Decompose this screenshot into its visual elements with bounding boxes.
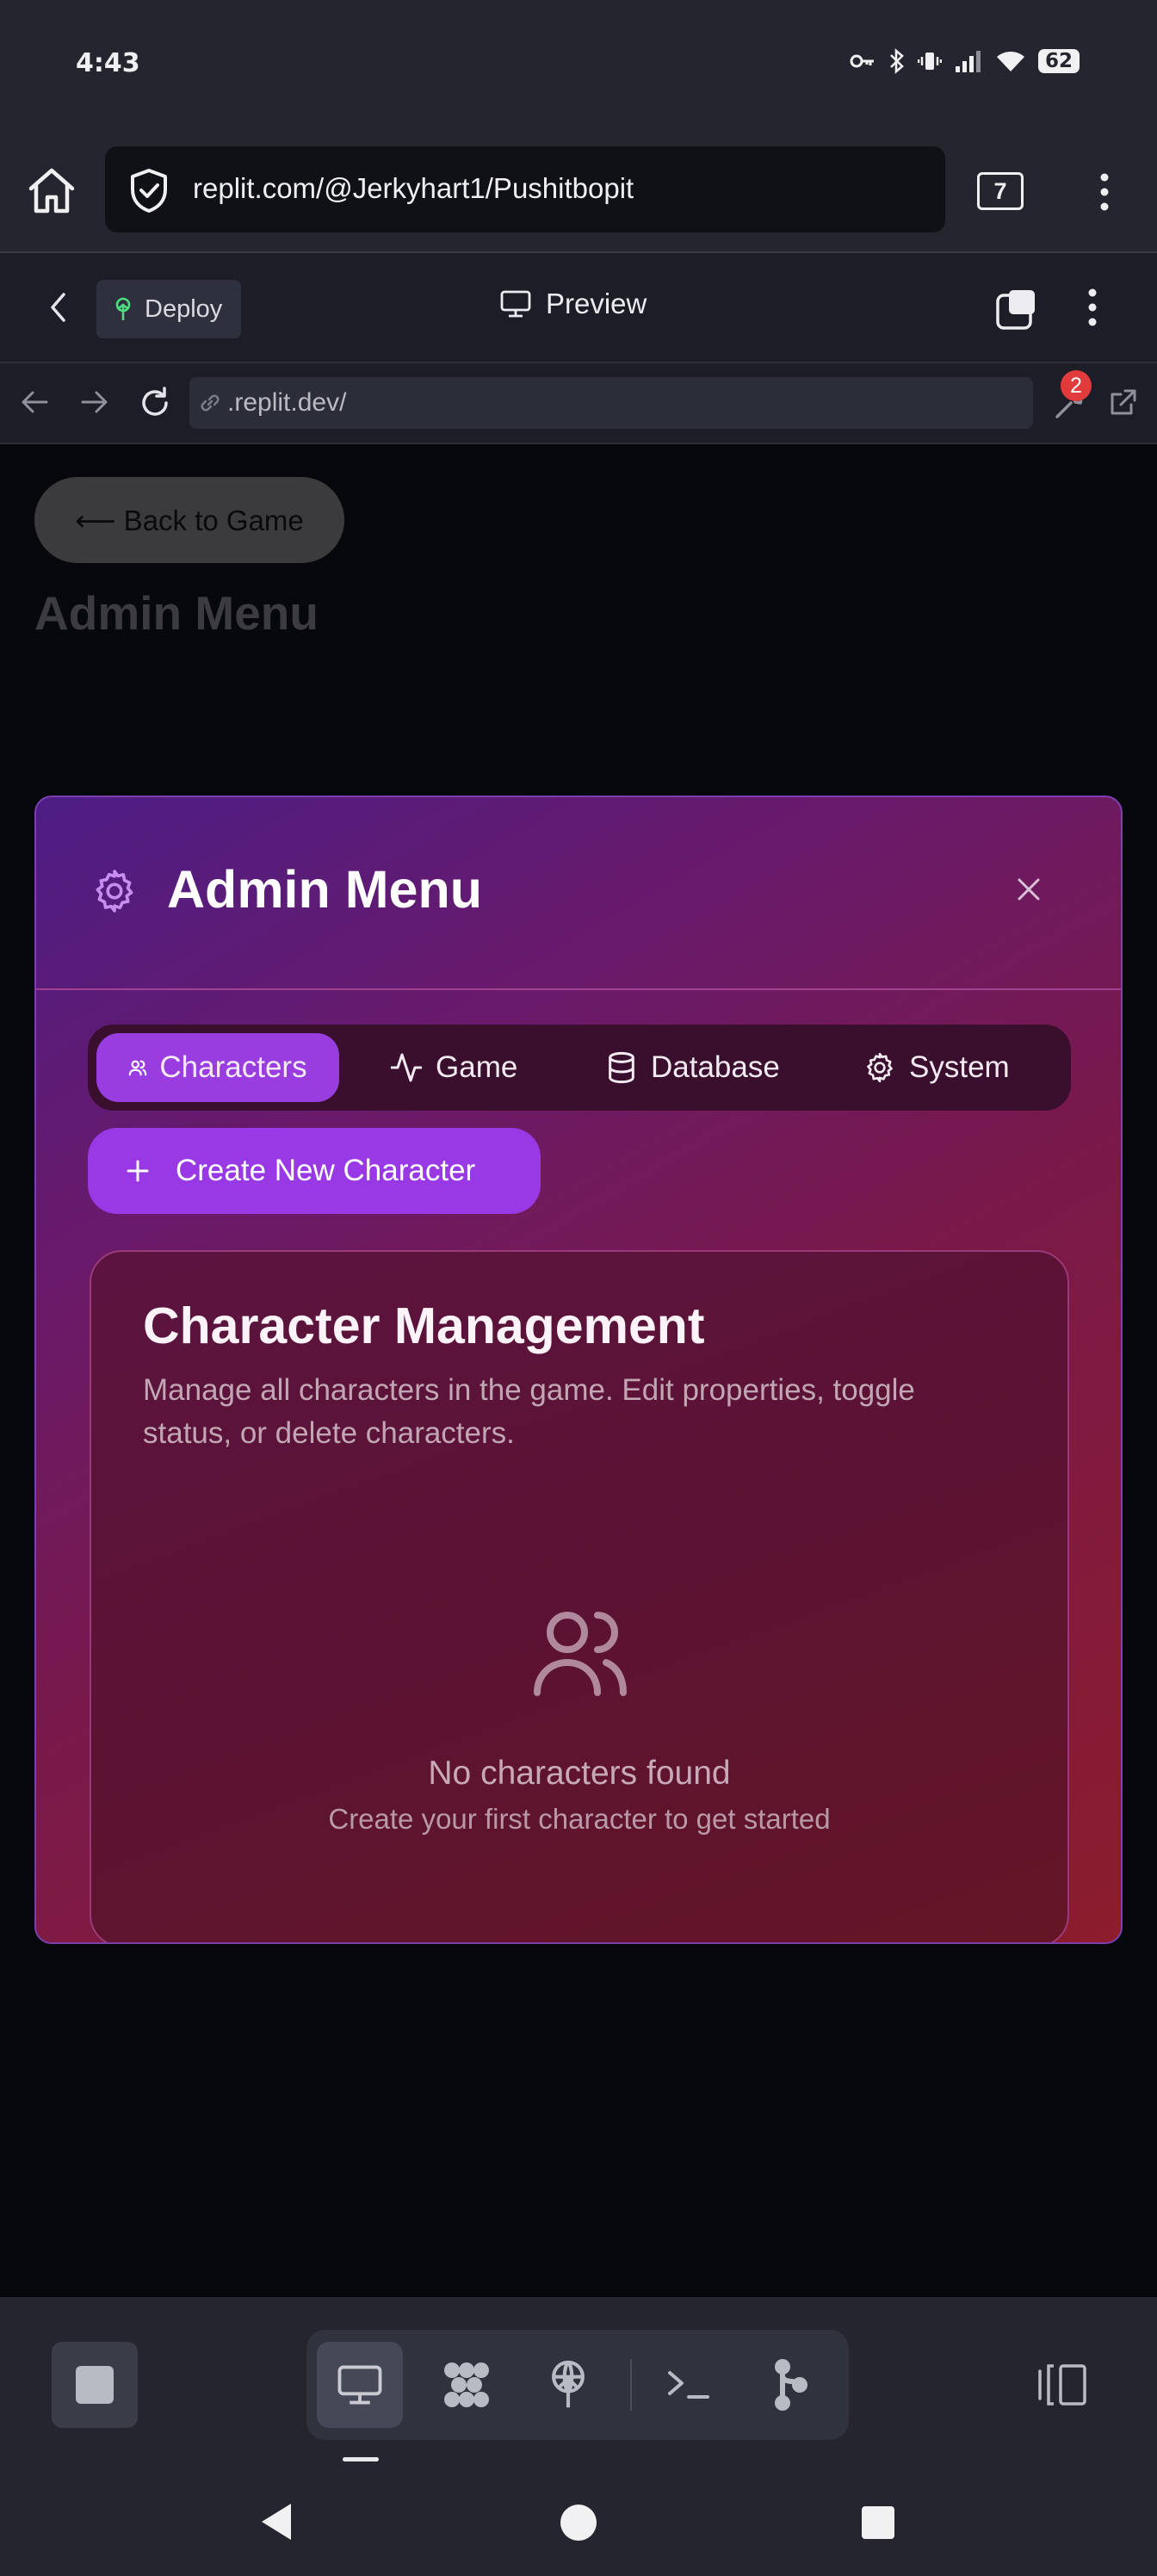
users-icon [128,1058,147,1077]
system-nav-bar [0,2469,1157,2576]
bluetooth-icon [888,48,906,74]
deploy-label: Deploy [145,294,223,323]
back-to-game-button[interactable]: ⟵ Back to Game [34,477,344,563]
replit-bottom-toolbar [0,2297,1157,2469]
preview-label: Preview [546,288,647,319]
empty-state-subtitle: Create your first character to get start… [328,1803,831,1835]
modal-header: Admin Menu [36,797,1121,990]
admin-tabs: Characters Game Database System [88,1025,1071,1111]
agent-tool-button[interactable] [424,2342,510,2428]
activity-icon [389,1050,424,1085]
shell-tool-button[interactable] [646,2342,732,2428]
create-button-label: Create New Character [176,1154,476,1187]
toolbar-divider [630,2359,632,2411]
stop-button[interactable] [52,2342,138,2428]
agent-icon [440,2360,493,2410]
character-management-card: Character Management Manage all characte… [90,1250,1069,1942]
database-icon [604,1050,639,1085]
shield-icon[interactable] [127,167,170,214]
webview-address-bar[interactable]: .replit.dev/ [189,377,1033,429]
webview-url-text[interactable]: .replit.dev/ [227,388,346,418]
git-tool-button[interactable] [747,2342,833,2428]
gear-icon [863,1050,897,1085]
recents-nav-icon[interactable] [861,2505,895,2540]
card-description: Manage all characters in the game. Edit … [143,1373,915,1450]
signal-icon [954,49,983,73]
replit-header: Deploy Preview [0,253,1157,363]
notification-badge: 2 [1061,370,1092,401]
url-text[interactable]: replit.com/@Jerkyhart1/Pushitbopit [193,172,634,205]
tab-label: System [909,1050,1010,1084]
battery-icon: 62 [1037,49,1080,73]
tab-database[interactable]: Database [604,1033,780,1102]
more-vert-icon[interactable] [1098,172,1111,212]
browser-toolbar: replit.com/@Jerkyhart1/Pushitbopit 7 [0,129,1157,253]
close-icon[interactable] [1016,876,1042,902]
external-link-icon[interactable] [1107,387,1138,418]
back-nav-icon[interactable] [260,2502,294,2542]
plus-icon [126,1159,150,1183]
tab-game[interactable]: Game [389,1033,517,1102]
refresh-icon[interactable] [138,386,172,420]
tab-switcher-button[interactable]: 7 [977,172,1024,210]
tabs-icon[interactable] [995,288,1038,331]
status-icons: 62 [849,48,1080,74]
home-icon[interactable] [26,165,77,215]
tool-switcher [306,2330,849,2440]
key-icon [849,51,876,71]
active-indicator [343,2457,379,2461]
status-time: 4:43 [76,48,140,78]
more-vert-icon[interactable] [1086,288,1098,327]
vibrate-icon [917,49,942,73]
gear-icon [90,866,139,916]
arrow-right-icon[interactable] [79,389,110,415]
deploy-icon [112,296,134,322]
modal-title: Admin Menu [167,860,482,919]
tab-system[interactable]: System [863,1033,1010,1102]
home-nav-icon[interactable] [560,2504,597,2542]
panel-toggle-icon[interactable] [1035,2362,1088,2407]
address-bar[interactable]: replit.com/@Jerkyhart1/Pushitbopit [105,146,945,232]
status-bar: 4:43 62 [0,0,1157,129]
webview-nav: .replit.dev/ 2 [0,363,1157,444]
wifi-icon [995,49,1026,73]
card-title: Character Management [143,1297,705,1354]
tab-label: Characters [159,1050,307,1084]
git-icon [770,2358,810,2412]
chevron-left-icon[interactable] [48,291,69,324]
monitor-icon [499,289,532,319]
terminal-icon [666,2368,711,2402]
users-icon [529,1607,632,1701]
tab-label: Database [651,1050,780,1084]
link-icon [198,391,222,415]
deploy-button[interactable]: Deploy [96,280,242,338]
create-character-button[interactable]: Create New Character [88,1128,541,1214]
preview-tool-button[interactable] [317,2342,403,2428]
tab-label: Game [436,1050,518,1084]
monitor-icon [336,2363,384,2406]
preview-tab[interactable]: Preview [499,288,647,320]
admin-modal: Admin Menu Characters Game Database Syst… [34,796,1123,1944]
deploy-icon [547,2359,590,2411]
empty-state-title: No characters found [428,1755,731,1792]
stop-icon [76,2366,114,2404]
deployments-tool-button[interactable] [525,2342,611,2428]
arrow-left-icon[interactable] [19,389,50,415]
page-title: Admin Menu [34,586,319,640]
tab-characters[interactable]: Characters [96,1033,339,1102]
